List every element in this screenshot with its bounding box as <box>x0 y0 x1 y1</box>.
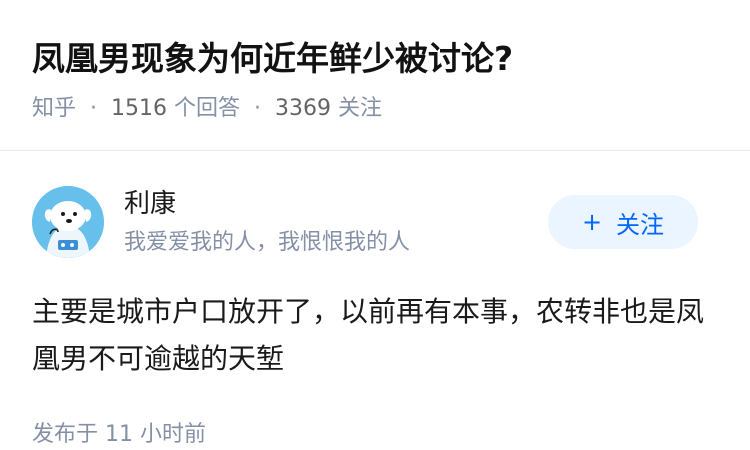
separator-dot: · <box>90 96 98 121</box>
answer-content[interactable]: 主要是城市户口放开了，以前再有本事，农转非也是凤凰男不可逾越的天堑 <box>32 288 722 382</box>
dog-cartoon-avatar-icon <box>32 186 104 258</box>
published-prefix: 发布于 <box>32 422 99 447</box>
separator-dot: · <box>254 96 262 121</box>
plus-icon: + <box>581 208 603 236</box>
follow-count-label: 关注 <box>338 96 383 121</box>
question-meta: 知乎 · 1516 个回答 · 3369 关注 <box>32 94 382 124</box>
answer-count: 1516 <box>111 96 168 121</box>
follow-count: 3369 <box>275 96 332 121</box>
source-label[interactable]: 知乎 <box>32 96 76 121</box>
answer-count-label: 个回答 <box>174 96 241 121</box>
question-title[interactable]: 凤凰男现象为何近年鲜少被讨论? <box>32 36 513 82</box>
follow-button-label: 关注 <box>616 210 665 239</box>
published-time: 11 小时前 <box>105 422 207 447</box>
author-name[interactable]: 利康 <box>124 187 176 221</box>
divider <box>0 150 750 151</box>
avatar[interactable] <box>32 186 104 258</box>
follow-button[interactable]: + 关注 <box>548 195 698 249</box>
author-bio: 我爱爱我的人，我恨恨我的人 <box>124 230 411 255</box>
